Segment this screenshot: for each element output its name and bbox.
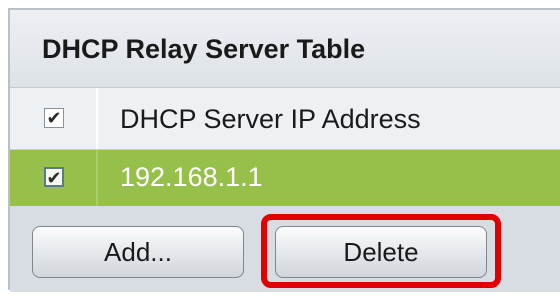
column-header-dhcp-server-ip: DHCP Server IP Address <box>120 104 421 134</box>
add-button[interactable]: Add... <box>32 226 244 278</box>
table-button-bar: Add... Delete <box>10 206 560 292</box>
delete-button[interactable]: Delete <box>275 226 487 278</box>
dhcp-relay-server-table-panel: DHCP Relay Server Table ✔ DHCP Server IP… <box>8 8 560 292</box>
row-checkbox-cell: ✔ <box>10 150 98 206</box>
row-ip-address: 192.168.1.1 <box>120 162 263 192</box>
table-title-bar: DHCP Relay Server Table <box>10 10 560 88</box>
select-all-checkbox[interactable]: ✔ <box>44 108 64 128</box>
header-checkbox-cell: ✔ <box>10 88 98 149</box>
table-row[interactable]: ✔ 192.168.1.1 <box>10 150 560 206</box>
table-header-row: ✔ DHCP Server IP Address <box>10 88 560 150</box>
table-title: DHCP Relay Server Table <box>42 34 366 64</box>
row-checkbox[interactable]: ✔ <box>44 167 64 187</box>
